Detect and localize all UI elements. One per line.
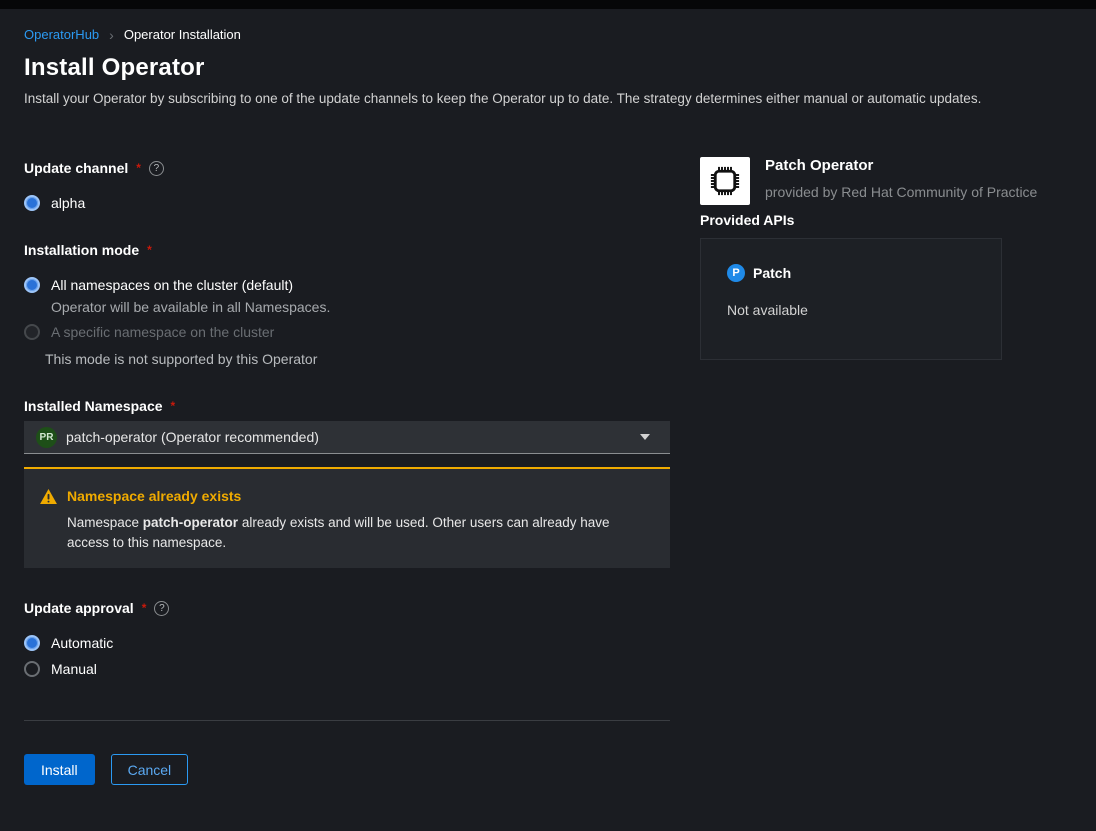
page-title: Install Operator <box>24 54 205 82</box>
namespace-exists-alert: Namespace already exists Namespace patch… <box>24 467 670 568</box>
radio-channel-alpha-label: alpha <box>51 195 85 211</box>
radio-all-namespaces[interactable]: All namespaces on the cluster (default) <box>24 277 293 293</box>
form-divider <box>24 720 670 721</box>
breadcrumb-current: Operator Installation <box>124 27 241 42</box>
radio-unselected-icon[interactable] <box>24 661 40 677</box>
radio-selected-icon[interactable] <box>24 635 40 651</box>
provided-api-name: Patch <box>753 265 791 281</box>
required-asterisk: * <box>136 161 141 175</box>
update-channel-label: Update channel * ? <box>24 160 164 176</box>
install-operator-page: OperatorHub › Operator Installation Inst… <box>0 0 1096 831</box>
radio-selected-icon[interactable] <box>24 277 40 293</box>
installed-namespace-label: Installed Namespace * <box>24 398 175 414</box>
radio-specific-namespace-label: A specific namespace on the cluster <box>51 324 274 340</box>
warning-triangle-icon <box>40 489 57 504</box>
operator-logo <box>700 157 750 205</box>
installation-mode-label-text: Installation mode <box>24 242 139 258</box>
radio-approval-automatic-label: Automatic <box>51 635 113 651</box>
help-icon[interactable]: ? <box>149 161 164 176</box>
alert-body: Namespace patch-operator already exists … <box>67 513 647 554</box>
patch-resource-badge: P <box>727 264 745 282</box>
provided-api-card: P Patch Not available <box>700 238 1002 360</box>
alert-body-namespace: patch-operator <box>143 515 238 530</box>
installed-namespace-select[interactable]: PR patch-operator (Operator recommended) <box>24 421 670 454</box>
chevron-down-icon <box>640 434 650 440</box>
update-approval-label-text: Update approval <box>24 600 134 616</box>
required-asterisk: * <box>147 243 152 257</box>
provided-api-availability: Not available <box>727 302 808 318</box>
provided-apis-heading: Provided APIs <box>700 212 794 228</box>
microchip-icon <box>706 163 744 199</box>
radio-approval-manual-label: Manual <box>51 661 97 677</box>
project-resource-badge: PR <box>36 427 57 448</box>
top-masthead-strip <box>0 0 1096 9</box>
provided-api-header: P Patch <box>727 264 791 282</box>
operator-name: Patch Operator <box>765 157 873 174</box>
cancel-button[interactable]: Cancel <box>111 754 189 785</box>
installation-mode-label: Installation mode * <box>24 242 152 258</box>
help-icon[interactable]: ? <box>154 601 169 616</box>
update-channel-label-text: Update channel <box>24 160 128 176</box>
alert-body-prefix: Namespace <box>67 515 143 530</box>
radio-approval-manual[interactable]: Manual <box>24 661 97 677</box>
breadcrumb-separator-icon: › <box>109 28 114 42</box>
alert-title: Namespace already exists <box>67 488 241 504</box>
installed-namespace-value: patch-operator (Operator recommended) <box>66 429 631 445</box>
radio-approval-automatic[interactable]: Automatic <box>24 635 113 651</box>
radio-all-namespaces-label: All namespaces on the cluster (default) <box>51 277 293 293</box>
breadcrumb-link-operatorhub[interactable]: OperatorHub <box>24 27 99 42</box>
radio-selected-icon[interactable] <box>24 195 40 211</box>
radio-specific-namespace: A specific namespace on the cluster <box>24 324 274 340</box>
specific-namespace-helper: This mode is not supported by this Opera… <box>45 351 317 367</box>
required-asterisk: * <box>142 601 147 615</box>
install-button[interactable]: Install <box>24 754 95 785</box>
update-approval-label: Update approval * ? <box>24 600 169 616</box>
page-description: Install your Operator by subscribing to … <box>24 91 1074 106</box>
breadcrumb: OperatorHub › Operator Installation <box>24 27 241 42</box>
radio-channel-alpha[interactable]: alpha <box>24 195 85 211</box>
required-asterisk: * <box>171 399 176 413</box>
form-actions: Install Cancel <box>24 754 188 785</box>
all-namespaces-helper: Operator will be available in all Namesp… <box>51 299 330 315</box>
operator-provider: provided by Red Hat Community of Practic… <box>765 184 1037 200</box>
radio-disabled-icon <box>24 324 40 340</box>
installed-namespace-label-text: Installed Namespace <box>24 398 163 414</box>
